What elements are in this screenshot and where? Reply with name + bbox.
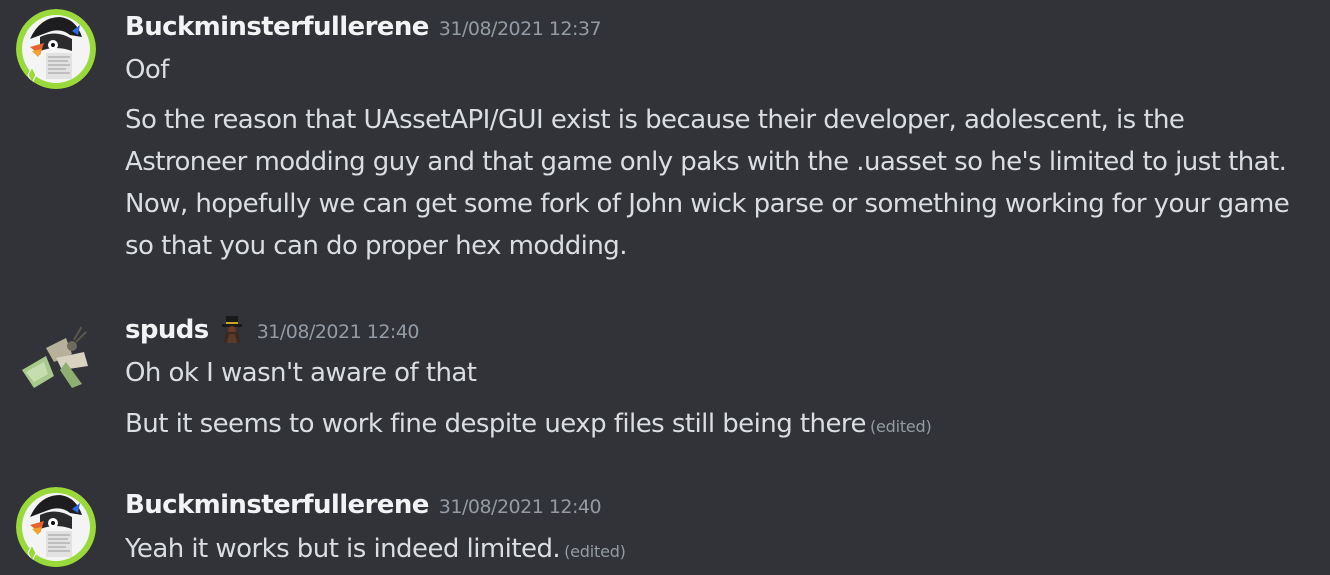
author-name[interactable]: Buckminsterfullerene (125, 490, 429, 520)
message-text: But it seems to work fine despite uexp f… (125, 403, 1330, 448)
message-line: Oh ok I wasn't aware of that (125, 358, 477, 388)
puffin-avatar[interactable] (16, 9, 96, 89)
message-text: Oof (125, 49, 1330, 91)
message-line: So the reason that UAssetAPI/GUI exist i… (125, 105, 1185, 135)
message-paragraph: So the reason that UAssetAPI/GUI exist i… (125, 99, 1330, 267)
tophat-figure-icon[interactable] (217, 314, 247, 344)
message-line-text: Yeah it works but is indeed limited. (125, 534, 561, 564)
author-name[interactable]: Buckminsterfullerene (125, 12, 429, 42)
message-line: But it seems to work fine despite uexp f… (125, 403, 1330, 448)
message-line-text: But it seems to work fine despite uexp f… (125, 409, 866, 439)
edited-label: (edited) (564, 542, 626, 561)
message-timestamp[interactable]: 31/08/2021 12:37 (439, 18, 602, 40)
edited-label: (edited) (869, 417, 932, 436)
message-line: Oof (125, 55, 169, 85)
puffin-avatar[interactable] (16, 487, 96, 567)
moth-avatar[interactable] (16, 318, 96, 398)
message-text: Yeah it works but is indeed limited. (edi… (125, 528, 1330, 573)
moth-avatar-image (16, 318, 96, 398)
message-header: Buckminsterfullerene 31/08/2021 12:40 (125, 490, 602, 520)
message-header: spuds 31/08/2021 12:40 (125, 314, 420, 345)
message-text: Oh ok I wasn't aware of that (125, 352, 1330, 394)
puffin-avatar-image (16, 487, 96, 567)
author-name[interactable]: spuds (125, 315, 209, 345)
message-line: Now, hopefully we can get some fork of J… (125, 189, 1290, 219)
chat-log: Buckminsterfullerene 31/08/2021 12:37 Oof… (0, 0, 1330, 575)
message-timestamp[interactable]: 31/08/2021 12:40 (439, 496, 602, 518)
message-header: Buckminsterfullerene 31/08/2021 12:37 (125, 12, 602, 42)
message-line: so that you can do proper hex modding. (125, 231, 627, 261)
message-timestamp[interactable]: 31/08/2021 12:40 (257, 321, 420, 343)
message-line: Astroneer modding guy and that game only… (125, 147, 1287, 177)
puffin-avatar-image (16, 9, 96, 89)
message-line: Yeah it works but is indeed limited. (edi… (125, 528, 1330, 573)
